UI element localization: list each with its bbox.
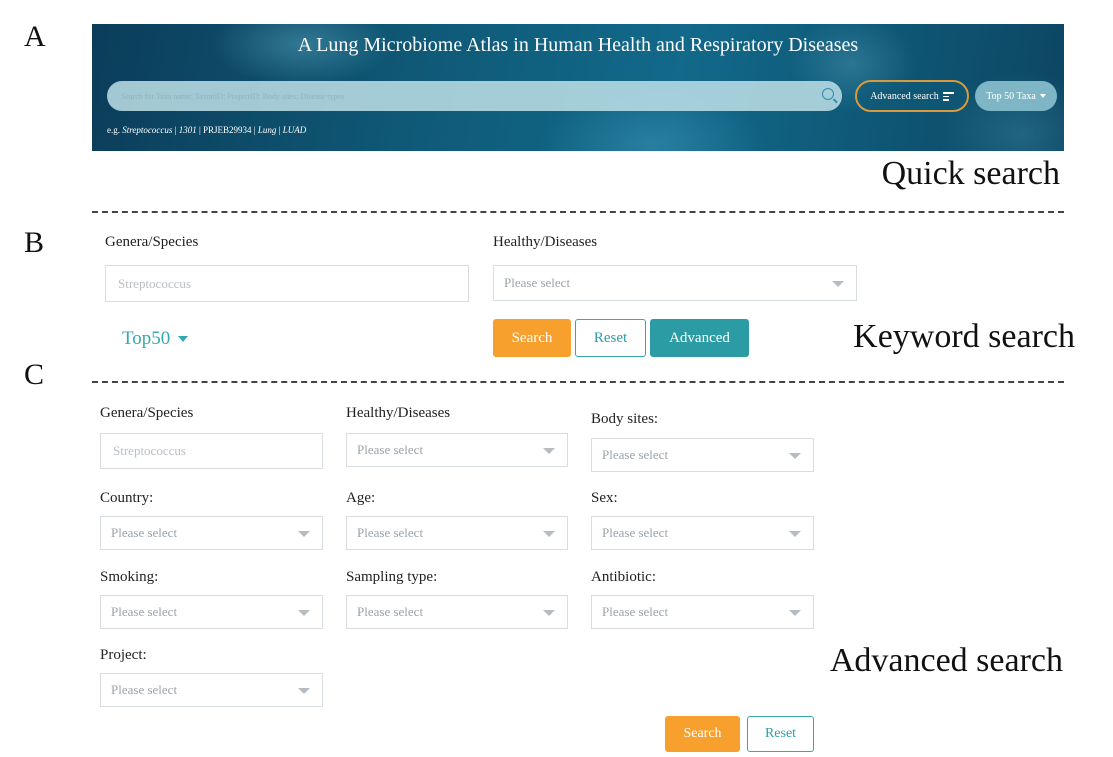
adv-search-button[interactable]: Search bbox=[665, 716, 740, 752]
chevron-down-icon bbox=[543, 448, 555, 454]
top50-taxa-button[interactable]: Top 50 Taxa bbox=[975, 81, 1057, 111]
chevron-down-icon bbox=[298, 531, 310, 537]
examples-prefix: e.g. bbox=[107, 125, 120, 135]
adv-sex-select[interactable]: Please select bbox=[591, 516, 814, 550]
examples-separator: | bbox=[198, 125, 201, 135]
example-body-site[interactable]: Lung bbox=[258, 125, 277, 135]
adv-antibiotic-select[interactable]: Please select bbox=[591, 595, 814, 629]
banner-title: A Lung Microbiome Atlas in Human Health … bbox=[297, 34, 859, 56]
search-icon[interactable] bbox=[822, 88, 834, 100]
chevron-down-icon bbox=[789, 610, 801, 616]
caret-down-icon bbox=[1039, 94, 1046, 98]
quick-search-input[interactable] bbox=[119, 90, 813, 102]
adv-smoking-label: Smoking: bbox=[100, 569, 159, 585]
adv-body-sites-value: Please select bbox=[602, 447, 669, 462]
panel-letter-a: A bbox=[24, 20, 46, 53]
example-disease[interactable]: LUAD bbox=[283, 125, 307, 135]
example-project[interactable]: PRJEB29934 bbox=[203, 125, 252, 135]
adv-smoking-value: Please select bbox=[111, 604, 178, 619]
search-examples: e.g. Streptococcus | 1301 | PRJEB29934 |… bbox=[107, 125, 306, 135]
adv-body-sites-select[interactable]: Please select bbox=[591, 438, 814, 472]
advanced-search-label: Advanced search bbox=[870, 90, 939, 102]
adv-project-value: Please select bbox=[111, 682, 178, 697]
examples-separator: | bbox=[253, 125, 256, 135]
chevron-down-icon bbox=[298, 610, 310, 616]
keyword-disease-select[interactable]: Please select bbox=[493, 265, 857, 301]
adv-disease-label: Healthy/Diseases bbox=[346, 405, 451, 421]
top50-label: Top50 bbox=[122, 328, 171, 349]
adv-sampling-label: Sampling type: bbox=[346, 569, 438, 585]
quick-search-caption: Quick search bbox=[881, 155, 1060, 192]
adv-genera-label: Genera/Species bbox=[100, 405, 194, 421]
top50-dropdown[interactable]: Top50 bbox=[122, 328, 189, 350]
example-taxa[interactable]: Streptococcus bbox=[122, 125, 172, 135]
panel-letter-c: C bbox=[24, 358, 45, 391]
adv-body-sites-label: Body sites: bbox=[591, 411, 659, 427]
advanced-search-caption: Advanced search bbox=[829, 642, 1063, 679]
advanced-search-button[interactable]: Advanced search bbox=[855, 80, 969, 112]
adv-project-select[interactable]: Please select bbox=[100, 673, 323, 707]
adv-disease-select[interactable]: Please select bbox=[346, 433, 568, 467]
chevron-down-icon bbox=[789, 531, 801, 537]
keyword-genera-label: Genera/Species bbox=[105, 234, 199, 250]
adv-antibiotic-label: Antibiotic: bbox=[591, 569, 656, 585]
keyword-disease-label: Healthy/Diseases bbox=[493, 234, 598, 250]
caret-down-icon bbox=[178, 336, 189, 342]
adv-sex-value: Please select bbox=[602, 525, 669, 540]
adv-sampling-select[interactable]: Please select bbox=[346, 595, 568, 629]
chevron-down-icon bbox=[789, 453, 801, 459]
example-taxon-id[interactable]: 1301 bbox=[179, 125, 197, 135]
quick-search-banner: A Lung Microbiome Atlas in Human Health … bbox=[92, 24, 1064, 151]
section-divider bbox=[92, 381, 1064, 383]
section-divider bbox=[92, 211, 1064, 213]
adv-antibiotic-value: Please select bbox=[602, 604, 669, 619]
keyword-disease-value: Please select bbox=[504, 275, 571, 290]
examples-separator: | bbox=[174, 125, 177, 135]
panel-letter-b: B bbox=[24, 226, 45, 259]
keyword-search-button[interactable]: Search bbox=[493, 319, 571, 357]
adv-country-select[interactable]: Please select bbox=[100, 516, 323, 550]
quick-search-bar[interactable] bbox=[107, 81, 842, 111]
chevron-down-icon bbox=[543, 531, 555, 537]
top50-taxa-label: Top 50 Taxa bbox=[986, 90, 1036, 102]
keyword-search-caption: Keyword search bbox=[853, 318, 1075, 355]
keyword-reset-button[interactable]: Reset bbox=[575, 319, 646, 357]
adv-smoking-select[interactable]: Please select bbox=[100, 595, 323, 629]
keyword-advanced-button[interactable]: Advanced bbox=[650, 319, 749, 357]
chevron-down-icon bbox=[298, 688, 310, 694]
chevron-down-icon bbox=[832, 281, 844, 287]
adv-country-value: Please select bbox=[111, 525, 178, 540]
keyword-genera-input[interactable]: Streptococcus bbox=[105, 265, 469, 302]
adv-disease-value: Please select bbox=[357, 442, 424, 457]
examples-separator: | bbox=[278, 125, 281, 135]
adv-project-label: Project: bbox=[100, 647, 147, 663]
adv-age-label: Age: bbox=[346, 490, 376, 506]
list-search-icon bbox=[942, 91, 954, 101]
adv-country-label: Country: bbox=[100, 490, 154, 506]
adv-sex-label: Sex: bbox=[591, 490, 618, 506]
adv-genera-input[interactable]: Streptococcus bbox=[100, 433, 323, 469]
adv-age-value: Please select bbox=[357, 525, 424, 540]
adv-reset-button[interactable]: Reset bbox=[747, 716, 814, 752]
adv-age-select[interactable]: Please select bbox=[346, 516, 568, 550]
chevron-down-icon bbox=[543, 610, 555, 616]
adv-sampling-value: Please select bbox=[357, 604, 424, 619]
